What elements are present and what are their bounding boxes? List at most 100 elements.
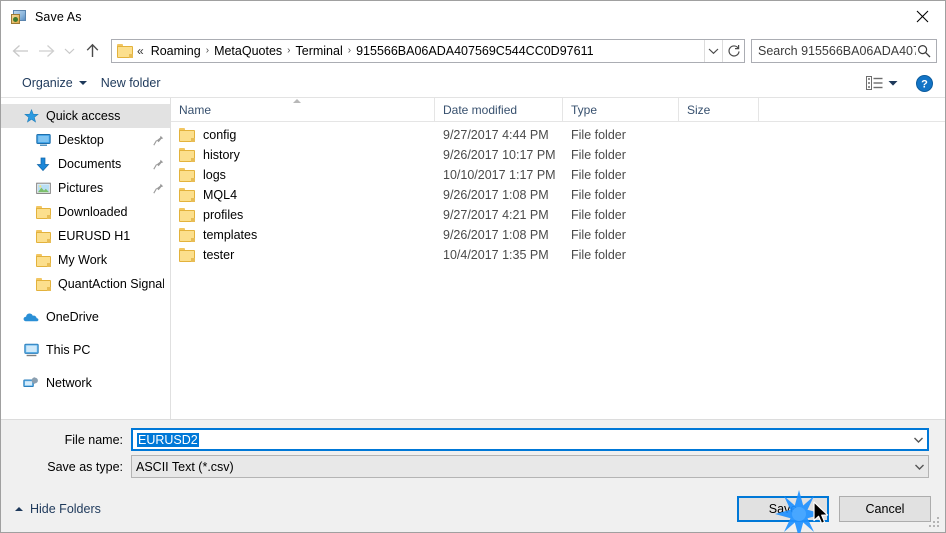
file-name-cell: MQL4 — [171, 185, 435, 205]
address-dropdown-button[interactable] — [704, 39, 722, 62]
date-modified-cell: 10/4/2017 1:35 PM — [443, 248, 549, 262]
star-icon — [23, 108, 39, 124]
help-button[interactable]: ? — [916, 74, 933, 92]
organize-button[interactable]: Organize — [15, 73, 94, 93]
table-row[interactable]: history 9/26/2017 10:17 PM File folder — [171, 145, 945, 165]
new-folder-label: New folder — [100, 76, 161, 90]
column-header-type[interactable]: Type — [563, 97, 679, 122]
resize-grip-icon[interactable] — [929, 517, 941, 529]
file-name-input[interactable]: EURUSD2 — [131, 428, 929, 451]
sidebar-item-onedrive[interactable]: OneDrive — [1, 305, 170, 329]
change-view-button[interactable] — [860, 74, 904, 92]
save-button[interactable]: Save — [737, 496, 829, 522]
save-as-type-row: Save as type: ASCII Text (*.csv) — [17, 455, 929, 478]
table-row[interactable]: templates 9/26/2017 1:08 PM File folder — [171, 225, 945, 245]
pin-icon — [152, 159, 164, 170]
dialog-footer: Hide Folders Save Cancel — [1, 486, 945, 532]
sidebar-label: Documents — [58, 157, 122, 171]
date-modified-cell: 9/27/2017 4:44 PM — [443, 128, 549, 142]
hide-folders-button[interactable]: Hide Folders — [15, 502, 101, 516]
table-row[interactable]: config 9/27/2017 4:44 PM File folder — [171, 125, 945, 145]
folder-icon — [35, 252, 51, 268]
file-name-cell: history — [171, 145, 435, 165]
file-name-dropdown-button[interactable] — [910, 436, 927, 444]
type-cell: File folder — [571, 148, 626, 162]
breadcrumb-item-guid[interactable]: 915566BA06ADA407569C544CC0D97611 — [352, 42, 597, 60]
file-name-value[interactable]: EURUSD2 — [133, 432, 910, 447]
sidebar-label: Downloaded — [58, 205, 128, 219]
main-content: Quick access Desktop Documents Pictures … — [1, 97, 945, 420]
date-modified-cell: 9/27/2017 4:21 PM — [443, 208, 549, 222]
sidebar-item-quantaction-signal[interactable]: QuantAction Signal — [1, 272, 170, 296]
sidebar-label: QuantAction Signal — [58, 277, 164, 291]
sidebar-label: My Work — [58, 253, 108, 267]
recent-locations-button[interactable] — [59, 38, 79, 64]
column-header-date-modified[interactable]: Date modified — [435, 97, 563, 122]
table-row[interactable]: tester 10/4/2017 1:35 PM File folder — [171, 245, 945, 265]
pictures-icon — [35, 180, 51, 196]
file-name-label: logs — [203, 168, 226, 182]
chevron-down-icon — [888, 80, 898, 86]
folder-icon — [117, 43, 133, 58]
file-name-label: config — [203, 128, 237, 142]
table-row[interactable]: profiles 9/27/2017 4:21 PM File folder — [171, 205, 945, 225]
type-cell: File folder — [571, 208, 626, 222]
sidebar-label: Quick access — [46, 109, 121, 123]
sidebar-item-network[interactable]: Network — [1, 371, 170, 395]
search-box[interactable]: Search 915566BA06ADA40756... — [751, 38, 937, 63]
new-folder-button[interactable]: New folder — [94, 73, 168, 93]
sidebar-item-pictures[interactable]: Pictures — [1, 176, 170, 200]
table-row[interactable]: logs 10/10/2017 1:17 PM File folder — [171, 165, 945, 185]
network-icon — [23, 375, 39, 391]
folder-icon — [179, 168, 195, 182]
file-name-row: File name: EURUSD2 — [17, 428, 929, 451]
this-pc-icon — [23, 342, 39, 358]
column-header-name[interactable]: Name — [171, 97, 435, 122]
breadcrumb: « Roaming › MetaQuotes › Terminal › 9155… — [136, 42, 704, 60]
chevron-down-icon — [708, 48, 719, 54]
save-as-type-value: ASCII Text (*.csv) — [136, 459, 234, 474]
chevron-up-icon — [15, 507, 23, 511]
folder-icon — [179, 208, 195, 222]
search-input[interactable]: Search 915566BA06ADA40756... — [758, 44, 916, 58]
sort-ascending-icon — [293, 98, 301, 103]
folder-icon — [35, 228, 51, 244]
svg-text:?: ? — [921, 78, 928, 90]
save-form: File name: EURUSD2 Save as type: ASCII T… — [1, 420, 945, 486]
save-as-app-icon — [11, 9, 27, 25]
file-list: Name Date modified Type Size config 9/27… — [171, 97, 945, 419]
folder-icon — [179, 248, 195, 262]
sidebar-item-this-pc[interactable]: This PC — [1, 338, 170, 362]
cancel-button-label: Cancel — [865, 502, 905, 516]
file-name-cell: config — [171, 125, 435, 145]
breadcrumb-item-roaming[interactable]: Roaming — [147, 42, 205, 60]
table-row[interactable]: MQL4 9/26/2017 1:08 PM File folder — [171, 185, 945, 205]
sidebar-item-quick-access[interactable]: Quick access — [1, 104, 170, 128]
refresh-icon — [727, 44, 740, 57]
breadcrumb-overflow[interactable]: « — [136, 44, 147, 58]
sidebar-item-documents[interactable]: Documents — [1, 152, 170, 176]
breadcrumb-item-metaquotes[interactable]: MetaQuotes — [210, 42, 286, 60]
cancel-button[interactable]: Cancel — [839, 496, 931, 522]
size-cell — [679, 225, 759, 245]
size-cell — [679, 165, 759, 185]
back-button[interactable] — [7, 38, 33, 64]
forward-button[interactable] — [33, 38, 59, 64]
save-as-type-dropdown-button[interactable] — [911, 463, 928, 471]
sidebar-item-downloaded[interactable]: Downloaded — [1, 200, 170, 224]
sidebar-item-eurusd-h1[interactable]: EURUSD H1 — [1, 224, 170, 248]
file-name-cell: tester — [171, 245, 435, 265]
folder-icon — [179, 128, 195, 142]
column-header-size[interactable]: Size — [679, 97, 759, 122]
close-button[interactable] — [899, 1, 945, 32]
up-button[interactable] — [79, 38, 105, 64]
refresh-button[interactable] — [722, 39, 744, 62]
address-bar[interactable]: « Roaming › MetaQuotes › Terminal › 9155… — [111, 38, 745, 63]
breadcrumb-item-terminal[interactable]: Terminal — [292, 42, 347, 60]
sidebar-label: EURUSD H1 — [58, 229, 131, 243]
save-as-type-select[interactable]: ASCII Text (*.csv) — [131, 455, 929, 478]
sidebar-item-my-work[interactable]: My Work — [1, 248, 170, 272]
sidebar-item-desktop[interactable]: Desktop — [1, 128, 170, 152]
